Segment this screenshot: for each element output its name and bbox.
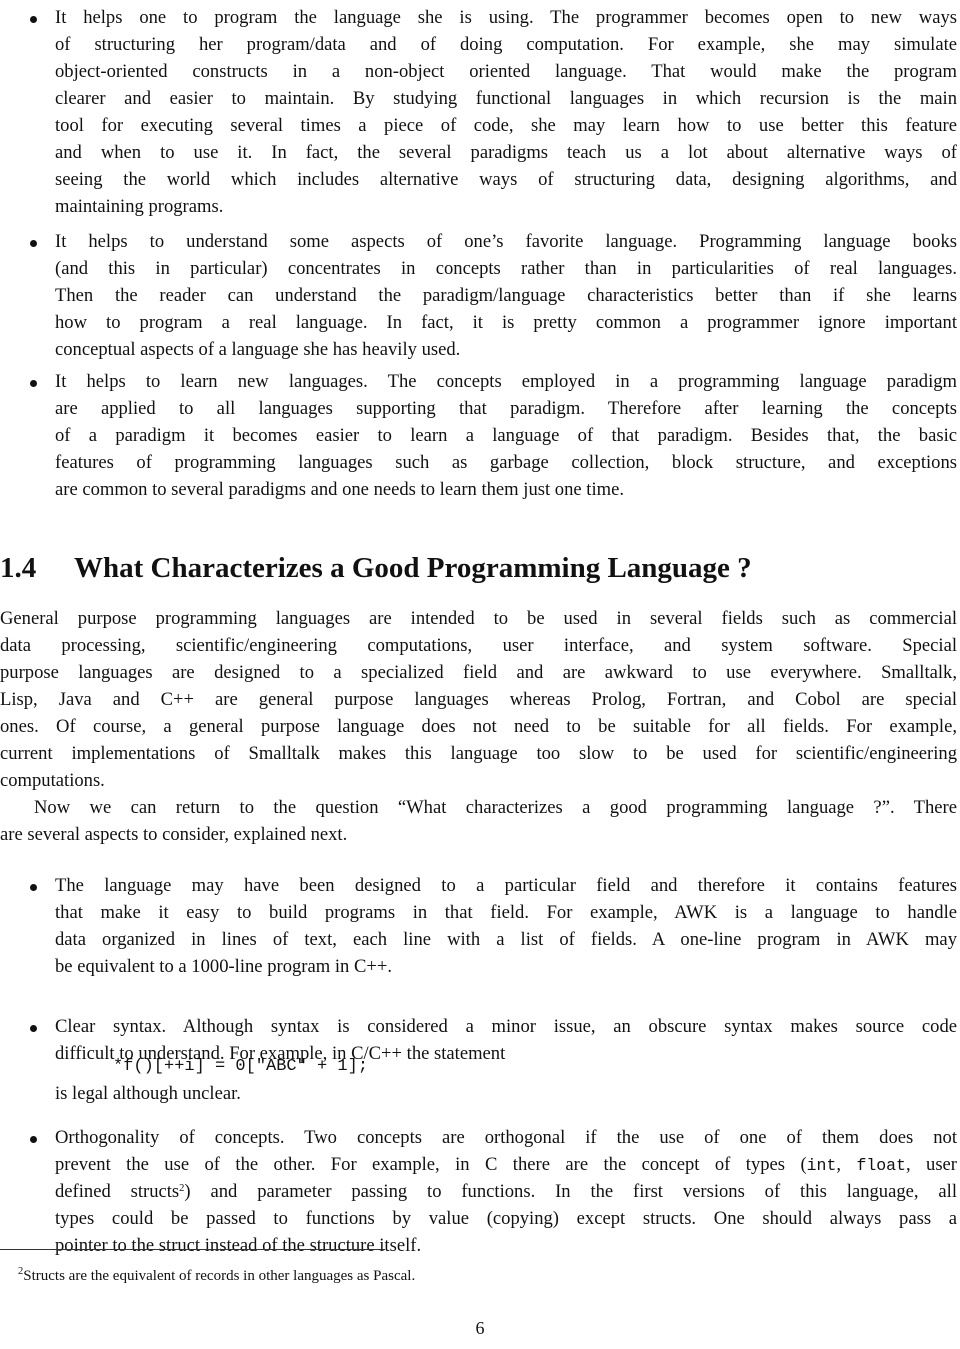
text-span: ) and parameter passing to functions. In… — [184, 1181, 957, 1202]
text-line: Now we can return to the question “What … — [34, 797, 957, 818]
footnote: 2Structs are the equivalent of records i… — [18, 1266, 415, 1286]
text-line: are applied to all languages supporting … — [55, 398, 957, 419]
text-line: are common to several paradigms and one … — [55, 479, 624, 500]
text-line: clearer and easier to maintain. By study… — [55, 88, 957, 109]
text-line: data processing, scientific/engineering … — [0, 635, 957, 656]
text-line: Lisp, Java and C++ are general purpose l… — [0, 689, 957, 710]
text-line: Then the reader can understand the parad… — [55, 285, 957, 306]
text-line: data organized in lines of text, each li… — [55, 929, 957, 950]
text-line: is legal although unclear. — [55, 1083, 241, 1104]
code-float: float — [856, 1156, 906, 1175]
text-line: It helps one to program the language she… — [55, 7, 957, 28]
text-line: object-oriented constructs in a non-obje… — [55, 61, 957, 82]
bullet-icon — [30, 16, 37, 23]
text-line: are several aspects to consider, explain… — [0, 824, 348, 845]
page-number: 6 — [475, 1318, 485, 1338]
text-line: Clear syntax. Although syntax is conside… — [55, 1016, 957, 1037]
text-line: It helps to learn new languages. The con… — [55, 371, 957, 392]
text-line: types could be passed to functions by va… — [55, 1208, 957, 1229]
text-span: , — [836, 1154, 857, 1175]
text-line: maintaining programs. — [55, 196, 224, 217]
bullet-icon — [30, 884, 37, 891]
text-line: purpose languages are designed to a spec… — [0, 662, 957, 683]
text-line: features of programming languages such a… — [55, 452, 957, 473]
text-line: tool for executing several times a piece… — [55, 115, 957, 136]
text-line: Orthogonality of concepts. Two concepts … — [55, 1127, 957, 1148]
bullet-icon — [30, 1136, 37, 1143]
bullet-icon — [30, 380, 37, 387]
bullet-icon — [30, 1025, 37, 1032]
footnote-divider — [0, 1249, 385, 1250]
text-line: conceptual aspects of a language she has… — [55, 339, 461, 360]
text-line: be equivalent to a 1000-line program in … — [55, 956, 392, 977]
code-statement: *f()[++i] = 0["ABC" + 1]; — [113, 1057, 369, 1076]
text-span: prevent the use of the other. For exampl… — [55, 1154, 807, 1175]
text-span: defined structs — [55, 1181, 180, 1202]
text-span: , user — [905, 1154, 957, 1175]
text-line: of a paradigm it becomes easier to learn… — [55, 425, 957, 446]
bullet-icon — [30, 240, 37, 247]
text-line: (and this in particular) concentrates in… — [55, 258, 957, 279]
section-number: 1.4 — [0, 552, 37, 584]
text-line: how to program a real language. In fact,… — [55, 312, 957, 333]
text-line: computations. — [0, 770, 105, 791]
footnote-text: Structs are the equivalent of records in… — [23, 1268, 416, 1284]
text-line: The language may have been designed to a… — [55, 875, 957, 896]
text-line: ones. Of course, a general purpose langu… — [0, 716, 957, 737]
text-line: seeing the world which includes alternat… — [55, 169, 957, 190]
text-line: It helps to understand some aspects of o… — [55, 231, 957, 252]
text-line: General purpose programming languages ar… — [0, 608, 957, 629]
section-title: What Characterizes a Good Programming La… — [74, 552, 752, 584]
section-heading: 1.4 What Characterizes a Good Programming… — [0, 550, 752, 586]
text-line: current implementations of Smalltalk mak… — [0, 743, 957, 764]
code-int: int — [806, 1156, 837, 1175]
text-line: pointer to the struct instead of the str… — [55, 1235, 422, 1256]
text-line: prevent the use of the other. For exampl… — [55, 1151, 957, 1178]
text-line: and when to use it. In fact, the several… — [55, 142, 957, 163]
text-line: of structuring her program/data and of d… — [55, 34, 957, 55]
text-line: that make it easy to build programs in t… — [55, 902, 957, 923]
text-line: defined structs2) and parameter passing … — [55, 1178, 957, 1205]
